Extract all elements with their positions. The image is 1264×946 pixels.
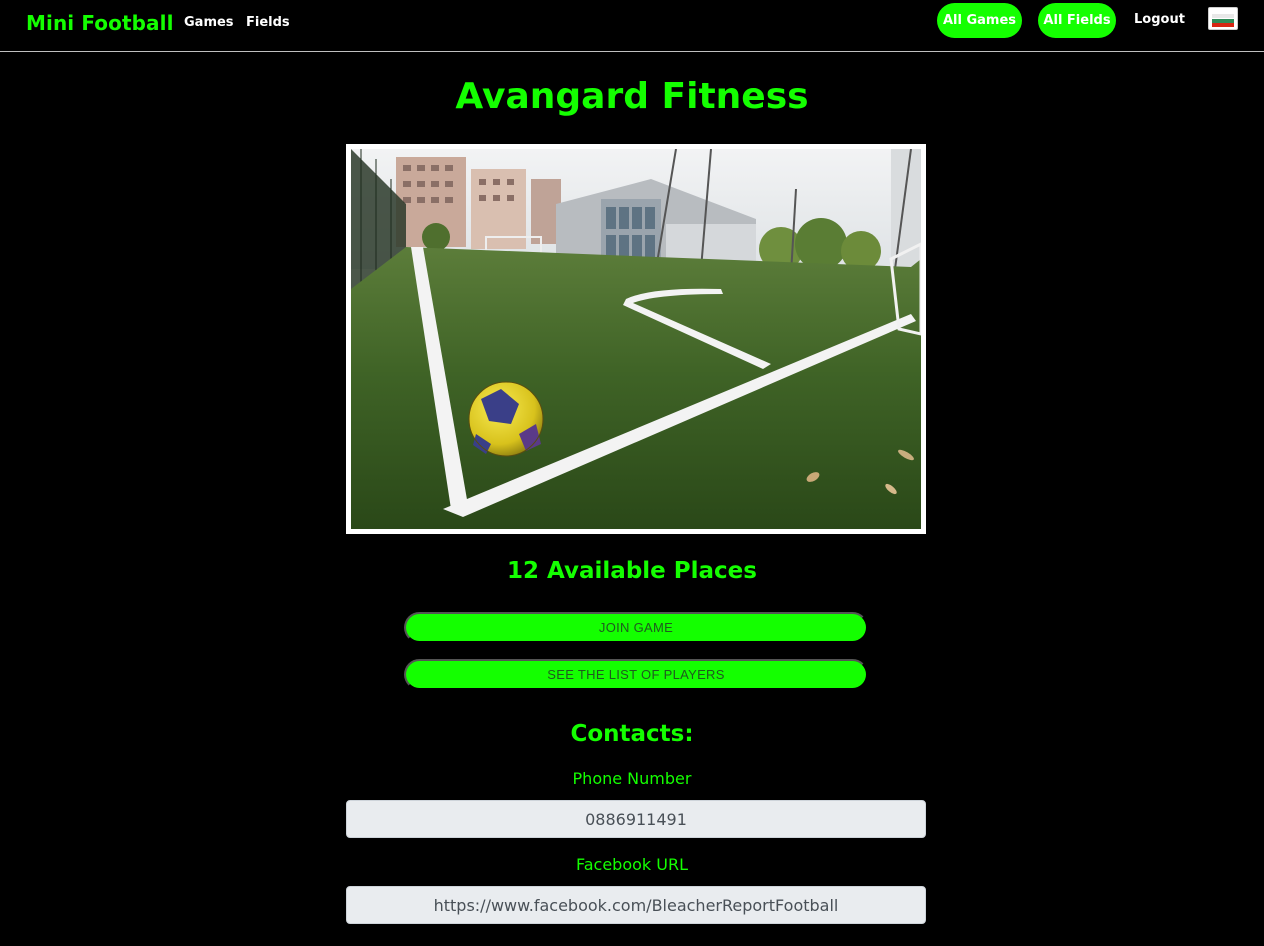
see-players-button[interactable]: SEE THE LIST OF PLAYERS [404, 659, 868, 690]
brand-logo[interactable]: Mini Football [26, 11, 174, 35]
facebook-url-field: https://www.facebook.com/BleacherReportF… [346, 886, 926, 924]
facebook-label: Facebook URL [575, 855, 688, 874]
nav-link-games[interactable]: Games [184, 15, 234, 30]
page-title: Avangard Fitness [455, 76, 809, 117]
phone-label: Phone Number [572, 769, 692, 788]
logout-link[interactable]: Logout [1134, 12, 1185, 27]
join-game-button[interactable]: JOIN GAME [404, 612, 868, 643]
contacts-heading: Contacts: [570, 721, 694, 747]
field-photo [351, 149, 921, 529]
all-games-button[interactable]: All Games [937, 3, 1022, 38]
navbar: Mini Football Games Fields All Games All… [0, 0, 1264, 52]
phone-field: 0886911491 [346, 800, 926, 838]
available-places: 12 Available Places [507, 558, 757, 584]
field-photo-frame [346, 144, 926, 534]
all-fields-button[interactable]: All Fields [1038, 3, 1116, 38]
flag-icon[interactable] [1208, 7, 1238, 30]
nav-link-fields[interactable]: Fields [246, 15, 290, 30]
